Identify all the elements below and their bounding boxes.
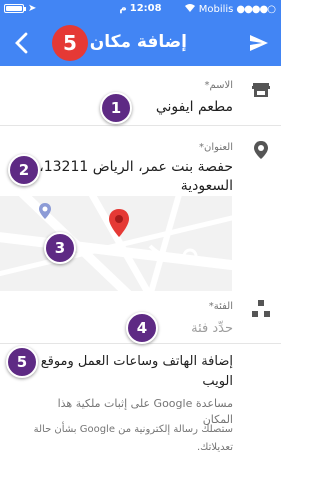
add-details-section[interactable]: إضافة الهاتف وساعات العمل وموقع الويب مس… (0, 344, 281, 434)
back-button[interactable] (4, 26, 38, 60)
chevron-left-icon (15, 32, 28, 54)
email-hint-line-2: تعديلاتك. (197, 442, 233, 453)
location-pin-icon (254, 141, 268, 159)
battery-icon (4, 4, 26, 13)
annotation-name-marker: 1 (100, 92, 132, 124)
map-marker-icon (109, 209, 129, 237)
annotation-title-marker: 5 (52, 25, 88, 61)
category-label: الفئة* (208, 301, 233, 312)
status-left: ➤ (4, 3, 36, 14)
status-clock: م 12:08 (119, 3, 161, 14)
app-bar: إضافة مكان (0, 20, 281, 66)
name-value[interactable]: مطعم ايفوني (156, 98, 233, 117)
address-label: العنوان* (199, 142, 233, 153)
map-preview[interactable] (0, 196, 232, 291)
details-title-line-1[interactable]: إضافة الهاتف وساعات العمل وموقع (41, 352, 233, 371)
annotation-address-marker: 2 (8, 154, 40, 186)
page-title: إضافة مكان (89, 32, 187, 52)
status-right: Mobilis ●●●●○ (184, 3, 276, 16)
status-time: 12:08 (129, 3, 162, 14)
status-bar: ➤ م 12:08 Mobilis ●●●●○ (0, 0, 281, 20)
address-line-2[interactable]: السعودية (181, 177, 233, 196)
details-title-line-2[interactable]: الويب (202, 372, 233, 391)
category-placeholder[interactable]: حدِّد فئة (191, 321, 233, 336)
poi-icon (39, 203, 51, 219)
name-label: الاسم* (204, 80, 233, 91)
send-icon (250, 35, 268, 51)
address-field[interactable]: العنوان* حفصة بنت عمر، الرياض 13211، الس… (0, 126, 281, 196)
details-hint-line-1: مساعدة Google على إثبات ملكية هذا (57, 397, 233, 410)
name-field[interactable]: الاسم* مطعم ايفوني (0, 66, 281, 126)
email-hint-line-1: ستصلك رسالة إلكترونية من Google بشأن حال… (33, 424, 233, 435)
wifi-icon (184, 3, 196, 16)
annotation-details-marker: 5 (6, 346, 38, 378)
address-line-1[interactable]: حفصة بنت عمر، الرياض 13211، (39, 158, 233, 177)
send-button[interactable] (243, 27, 275, 59)
signal-icon: ●●●●○ (236, 4, 276, 15)
category-icon (252, 300, 270, 317)
status-period: م (119, 3, 127, 14)
location-arrow-icon: ➤ (28, 3, 37, 14)
carrier-name: Mobilis (198, 4, 234, 15)
annotation-category-marker: 4 (126, 312, 158, 344)
annotation-map-marker: 3 (44, 232, 76, 264)
store-icon (252, 83, 270, 97)
